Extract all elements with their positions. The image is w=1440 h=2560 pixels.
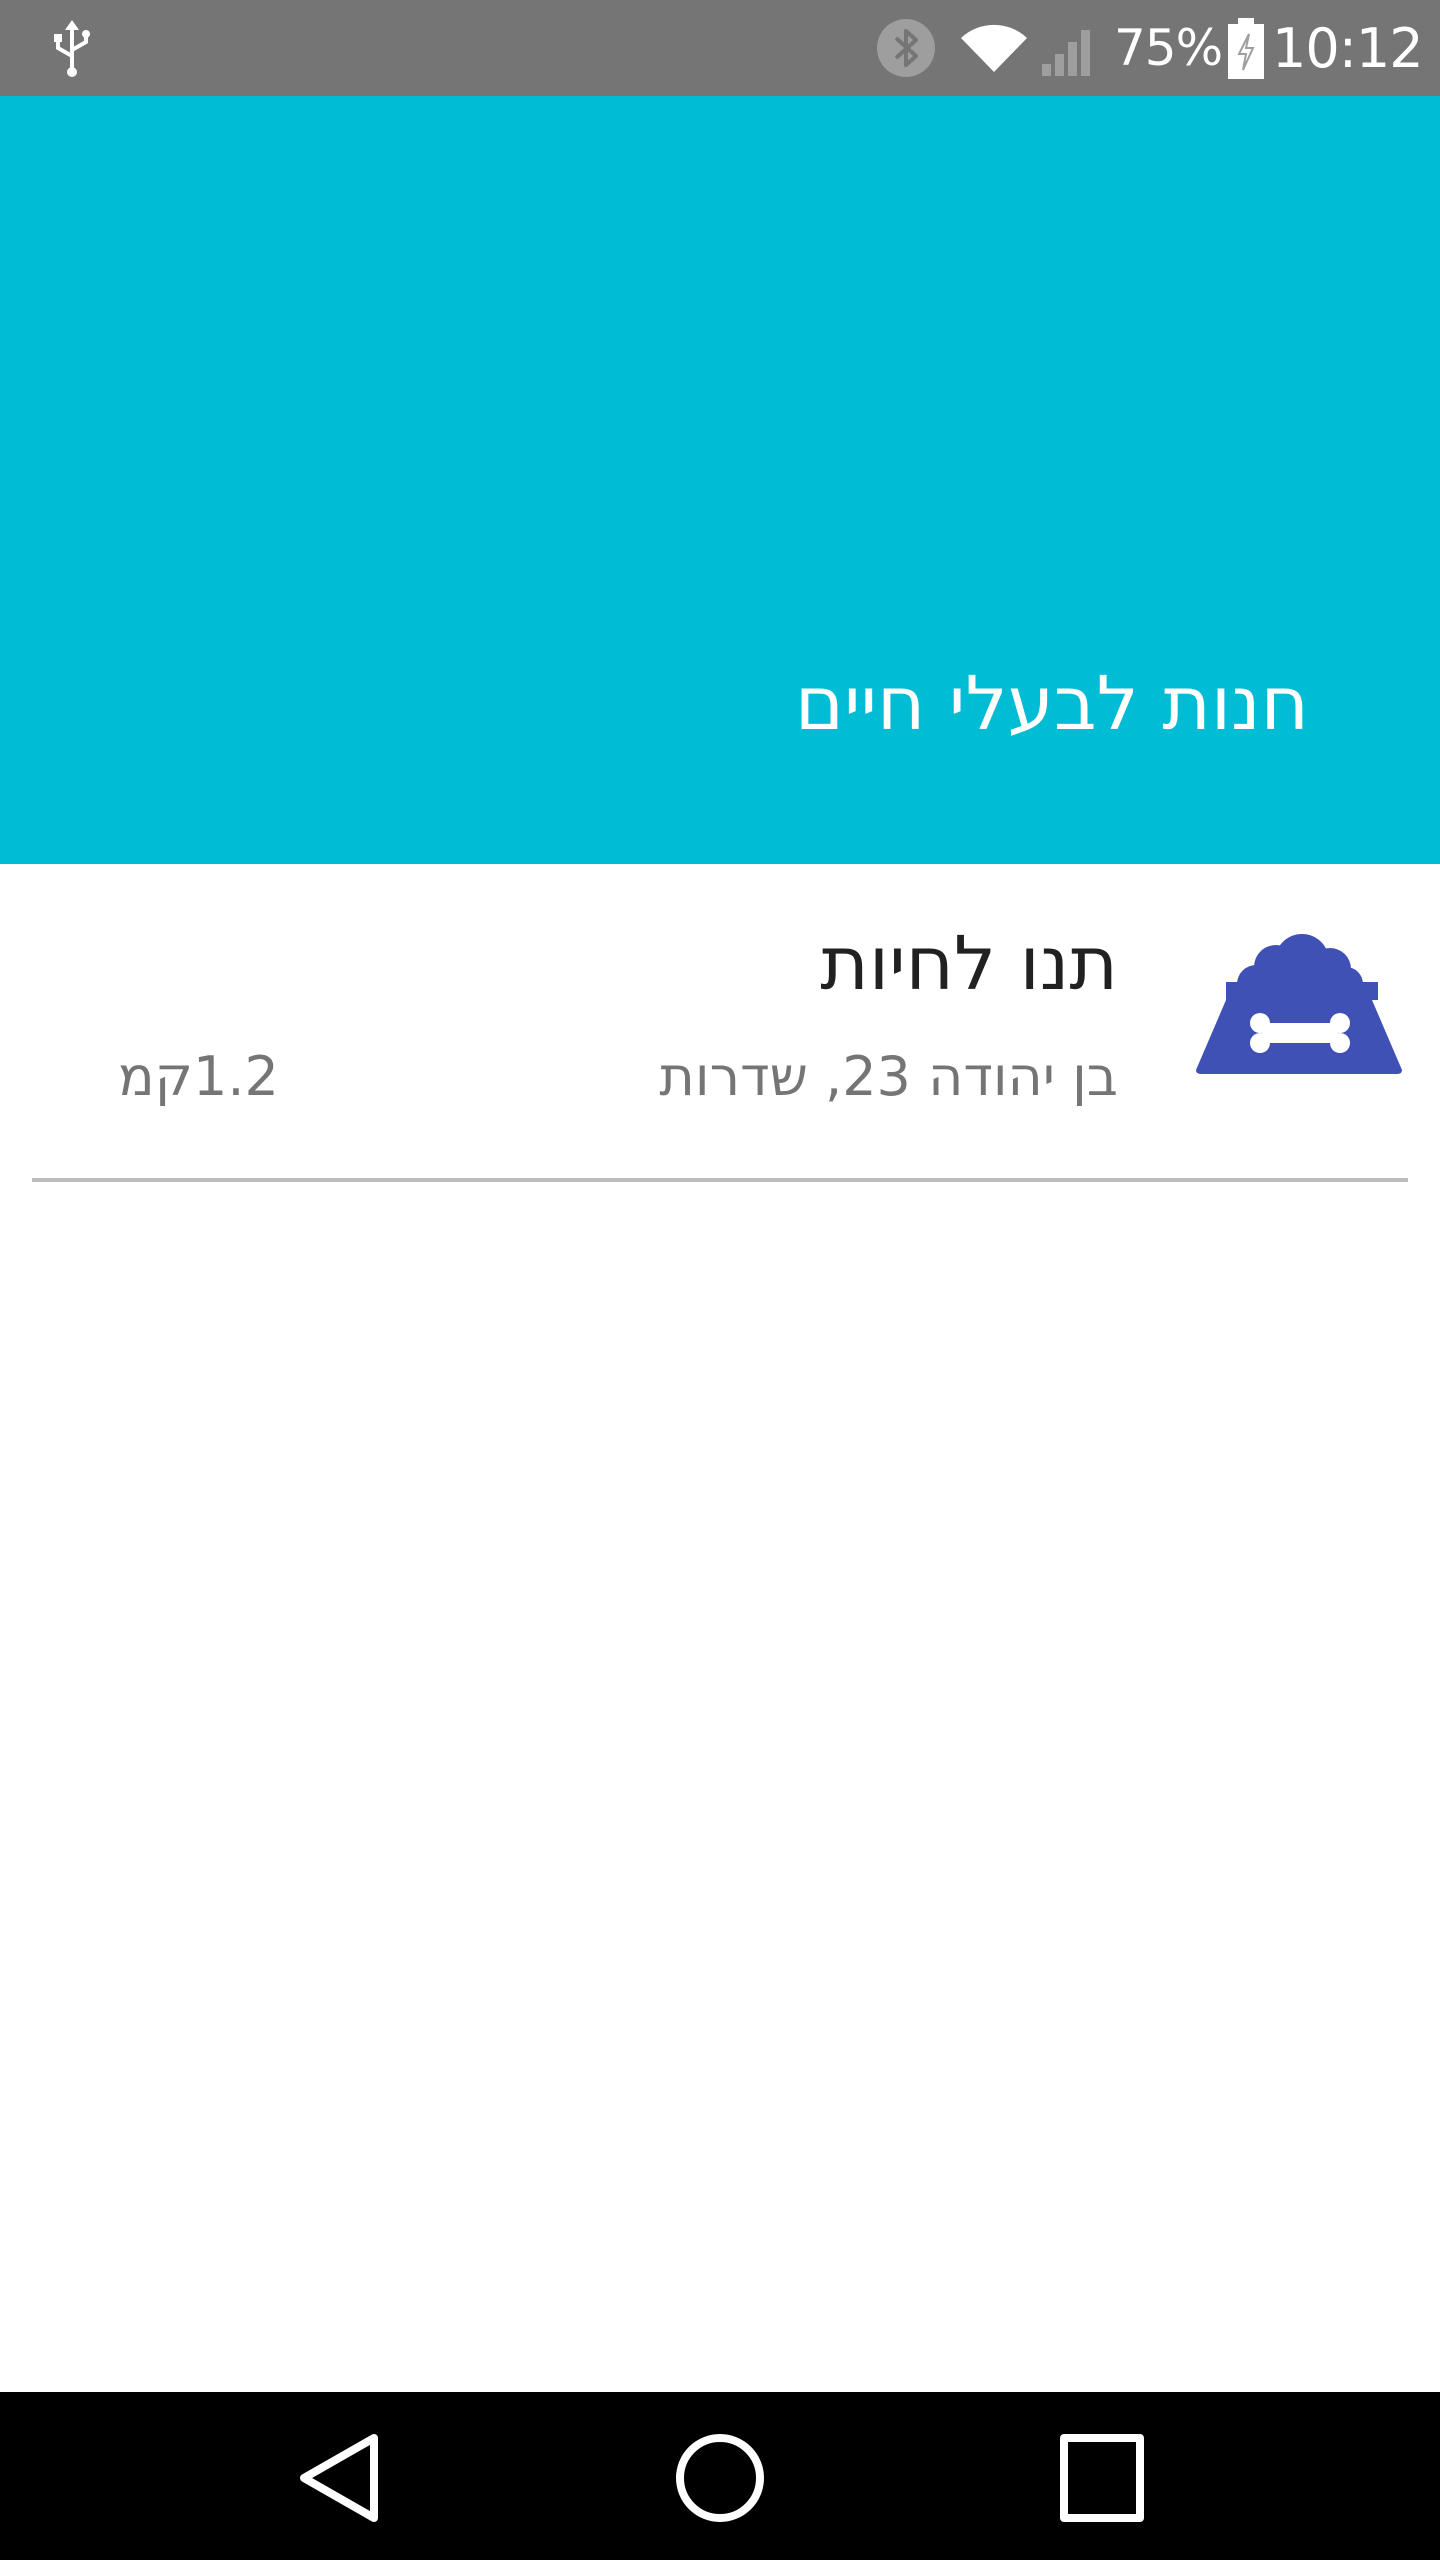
store-distance: 1.2קמ (118, 1045, 279, 1108)
battery-percent: 75% (1114, 19, 1223, 77)
usb-icon (54, 20, 90, 77)
pet-food-bowl-icon (1196, 934, 1402, 1074)
list-divider (32, 1178, 1408, 1182)
list-item[interactable]: תנו לחיות בן יהודה 23, שדרות 1.2קמ (0, 864, 1440, 1182)
status-bar: 75% 10:12 (0, 0, 1440, 96)
home-icon[interactable] (672, 2430, 768, 2526)
navigation-bar (0, 2392, 1440, 2560)
page-title: חנות לבעלי חיים (794, 661, 1309, 747)
bluetooth-icon (877, 19, 935, 77)
clock: 10:12 (1272, 17, 1424, 80)
signal-icon (1042, 30, 1090, 76)
store-address: בן יהודה 23, שדרות (659, 1045, 1118, 1108)
battery-charging-icon (1228, 18, 1264, 79)
app-header: חנות לבעלי חיים (0, 96, 1440, 864)
store-name: תנו לחיות (820, 921, 1118, 1007)
wifi-icon (961, 24, 1027, 72)
back-icon[interactable] (296, 2430, 386, 2526)
recents-icon[interactable] (1054, 2430, 1150, 2526)
